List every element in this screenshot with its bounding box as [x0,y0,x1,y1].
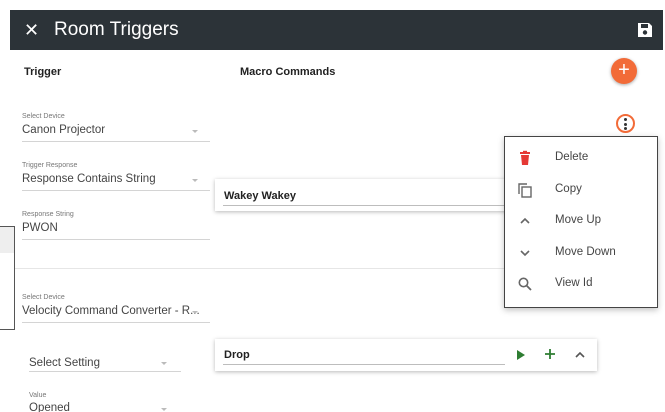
field-underline [22,239,210,240]
left-panel-highlight [0,227,14,253]
value-value: Opened [29,402,70,412]
select-device-value: Velocity Command Converter - R... [22,305,200,317]
select-device-field-2[interactable]: Select Device Velocity Command Converter… [22,294,212,324]
menu-item-label: Move Down [555,246,616,258]
app-header: ✕ Room Triggers [10,10,663,50]
field-underline [22,141,210,142]
select-device-label: Select Device [22,294,65,301]
menu-item-delete[interactable]: Delete [505,142,657,174]
value-field[interactable]: Value Opened [29,392,181,412]
play-icon[interactable] [516,350,526,360]
dropdown-caret-icon [192,311,198,314]
room-triggers-screen: ✕ Room Triggers Trigger Macro Commands +… [0,0,665,412]
select-setting-field[interactable]: Select Setting [29,354,181,374]
macro-underline [223,364,505,365]
select-device-label: Select Device [22,113,65,120]
trigger-response-label: Trigger Response [22,162,78,169]
response-string-field[interactable]: Response String PWON [22,211,212,241]
macro-name: Drop [224,349,250,361]
context-menu: Delete Copy Move Up Move Down View Id [504,136,658,308]
page-title: Room Triggers [54,19,179,40]
dropdown-caret-icon [161,408,167,411]
left-panel-edge [0,226,15,330]
chevron-up-icon[interactable] [575,351,585,358]
menu-item-move-up[interactable]: Move Up [505,205,657,237]
menu-item-view-id[interactable]: View Id [505,268,657,300]
macro-underline [223,205,511,206]
menu-item-move-down[interactable]: Move Down [505,237,657,269]
field-underline [22,190,210,191]
copy-icon [518,183,532,198]
add-command-icon[interactable] [544,348,556,360]
dropdown-caret-icon [192,179,198,182]
macro-column-header: Macro Commands [240,66,336,78]
trigger-column-header: Trigger [24,66,62,78]
menu-item-label: Delete [555,151,589,163]
dropdown-caret-icon [192,130,198,133]
save-icon[interactable] [637,22,653,38]
trash-icon [520,150,530,165]
macro-card-wakey-wakey[interactable]: Wakey Wakey [215,179,515,211]
menu-item-copy[interactable]: Copy [505,174,657,206]
trigger-response-field[interactable]: Trigger Response Response Contains Strin… [22,162,212,192]
chevron-down-icon [520,250,530,257]
more-options-icon[interactable] [616,114,635,133]
dropdown-caret-icon [161,362,167,365]
value-label: Value [29,392,47,399]
field-underline [22,322,210,323]
select-setting-value: Select Setting [29,357,100,369]
field-underline [29,371,181,372]
macro-card-drop[interactable]: Drop [215,339,597,371]
response-string-value: PWON [22,222,58,234]
menu-item-label: Move Up [555,214,602,226]
chevron-up-icon [520,217,530,224]
add-trigger-button[interactable]: + [611,58,637,84]
macro-name: Wakey Wakey [224,190,296,202]
select-device-value: Canon Projector [22,124,106,136]
close-icon[interactable]: ✕ [24,19,39,41]
search-icon [518,277,532,291]
menu-item-label: View Id [555,277,593,289]
trigger-response-value: Response Contains String [22,173,156,185]
select-device-field[interactable]: Select Device Canon Projector [22,113,212,143]
response-string-label: Response String [22,211,74,218]
menu-item-label: Copy [555,183,582,195]
